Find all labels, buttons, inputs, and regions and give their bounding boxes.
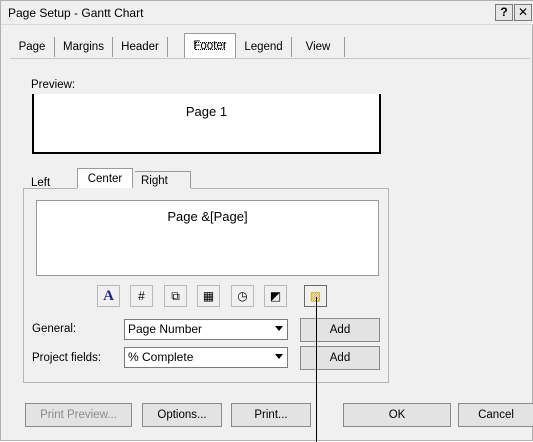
help-button[interactable]: ? <box>495 4 513 21</box>
inner-tab-line-right <box>191 188 389 189</box>
insert-current-time-icon[interactable]: ◷ <box>231 285 254 307</box>
tab-page[interactable]: Page <box>10 37 55 57</box>
ok-button[interactable]: OK <box>343 403 451 427</box>
insert-total-page-count-icon[interactable]: ⧉ <box>164 285 187 307</box>
tab-footer-label: Footer <box>193 40 227 52</box>
project-fields-select-value: % Complete <box>128 350 194 364</box>
general-select-value: Page Number <box>128 322 203 336</box>
close-button[interactable]: ✕ <box>514 4 532 21</box>
footer-text-box[interactable]: Page &[Page] <box>36 200 379 276</box>
options-button[interactable]: Options... <box>142 403 222 427</box>
general-select[interactable]: Page Number <box>124 319 288 340</box>
general-label: General: <box>32 323 77 335</box>
chevron-down-icon <box>275 354 283 359</box>
tab-right[interactable]: Right <box>135 171 191 189</box>
page-setup-dialog: Page Setup - Gantt Chart ? ✕ Page Margin… <box>0 0 533 442</box>
general-add-button[interactable]: Add <box>300 318 380 342</box>
tab-margins[interactable]: Margins <box>55 37 113 57</box>
title-bar: Page Setup - Gantt Chart ? ✕ <box>1 1 533 25</box>
format-text-font-icon[interactable]: A <box>97 285 120 307</box>
project-fields-add-button[interactable]: Add <box>300 346 380 370</box>
footer-text: Page &[Page] <box>167 209 248 224</box>
window-title: Page Setup - Gantt Chart <box>8 6 144 20</box>
tab-header[interactable]: Header <box>113 37 168 57</box>
project-fields-label: Project fields: <box>32 352 102 364</box>
tab-legend[interactable]: Legend <box>236 37 292 57</box>
insert-page-number-icon[interactable]: # <box>130 285 153 307</box>
inner-tab-line-left <box>23 188 77 189</box>
tab-center[interactable]: Center <box>77 168 133 189</box>
print-preview-button[interactable]: Print Preview... <box>25 403 132 427</box>
project-fields-select[interactable]: % Complete <box>124 347 288 368</box>
print-button[interactable]: Print... <box>231 403 311 427</box>
callout-line <box>316 297 317 442</box>
preview-box: Page 1 <box>32 94 381 154</box>
insert-current-date-icon[interactable]: ▦ <box>197 285 220 307</box>
tab-panel-border <box>10 58 530 59</box>
chevron-down-icon <box>275 326 283 331</box>
preview-text: Page 1 <box>185 104 228 119</box>
preview-label: Preview: <box>31 79 76 91</box>
insert-file-name-icon[interactable]: ◩ <box>264 285 287 307</box>
cancel-button[interactable]: Cancel <box>458 403 533 427</box>
tab-footer[interactable]: Footer <box>184 33 236 58</box>
tab-view[interactable]: View <box>292 37 345 57</box>
